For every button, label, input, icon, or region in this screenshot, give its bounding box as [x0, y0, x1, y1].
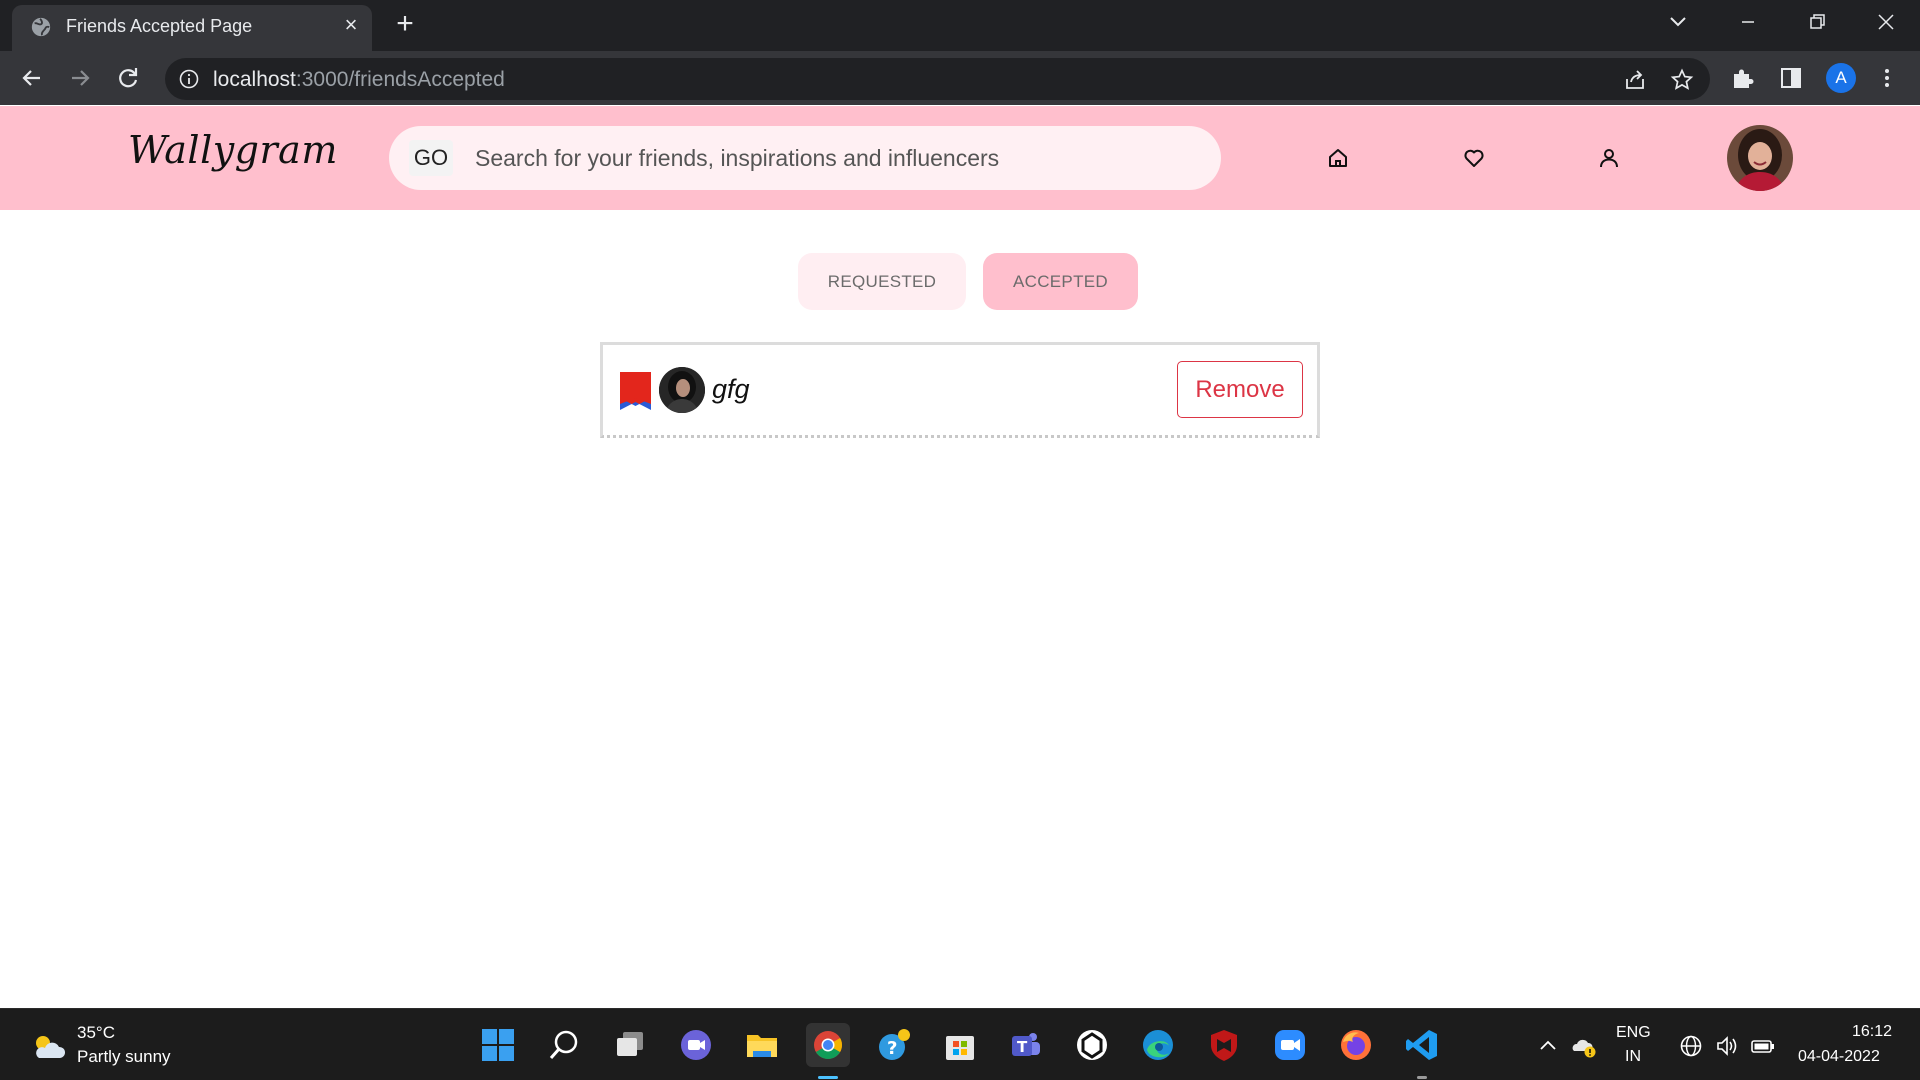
running-app-indicator: [1417, 1076, 1427, 1079]
taskbar-app-white[interactable]: [1070, 1023, 1114, 1067]
weather-description[interactable]: Partly sunny: [77, 1047, 171, 1067]
tab-search-chevron-icon[interactable]: [1666, 12, 1690, 32]
friend-name[interactable]: gfg: [712, 374, 750, 405]
forward-arrow-icon[interactable]: [66, 64, 94, 92]
taskbar-edge[interactable]: [1136, 1023, 1180, 1067]
taskbar-chrome[interactable]: [806, 1023, 850, 1079]
friend-photo-icon: [659, 367, 705, 413]
taskbar-store[interactable]: [938, 1023, 982, 1067]
taskbar-search-button[interactable]: [542, 1023, 586, 1067]
weather-temperature[interactable]: 35°C: [77, 1023, 115, 1043]
taskbar-mcafee[interactable]: [1202, 1023, 1246, 1067]
start-button[interactable]: [476, 1023, 520, 1067]
minimize-icon[interactable]: [1733, 8, 1763, 36]
taskbar-firefox[interactable]: [1334, 1023, 1378, 1067]
volume-icon[interactable]: [1714, 1033, 1740, 1059]
window-close-icon[interactable]: [1871, 8, 1901, 36]
svg-text:T: T: [1017, 1038, 1028, 1056]
task-view-button[interactable]: [608, 1023, 652, 1067]
bookmark-ribbon-icon: [620, 372, 651, 410]
friend-tabs: REQUESTED ACCEPTED: [0, 253, 1920, 311]
go-button[interactable]: GO: [409, 140, 453, 176]
profile-avatar[interactable]: A: [1826, 63, 1856, 93]
tab-close-icon[interactable]: ×: [340, 14, 362, 36]
svg-text:?: ?: [887, 1038, 897, 1059]
edge-icon: [1143, 1030, 1173, 1060]
menu-kebab-icon[interactable]: [1874, 65, 1900, 91]
bookmark-star-icon[interactable]: [1670, 68, 1694, 92]
os-taskbar: 35°C Partly sunny ? T ENG IN 16:12 04-04…: [0, 1008, 1920, 1080]
search-bar: GO: [389, 126, 1221, 190]
browser-tabstrip: Friends Accepted Page × +: [0, 0, 1920, 51]
taskbar-chat-app[interactable]: [674, 1023, 718, 1067]
address-bar[interactable]: localhost:3000/friendsAccepted: [165, 58, 1710, 100]
site-logo[interactable]: Wallygram: [128, 128, 338, 172]
remove-friend-button[interactable]: Remove: [1177, 361, 1303, 418]
friend-avatar[interactable]: [659, 367, 705, 413]
firefox-icon: [1341, 1030, 1371, 1060]
folder-icon: [747, 1035, 777, 1057]
url-text[interactable]: localhost:3000/friendsAccepted: [213, 68, 505, 92]
onedrive-warning-icon[interactable]: [1571, 1033, 1597, 1059]
input-language[interactable]: ENG: [1616, 1024, 1651, 1042]
task-view-icon: [617, 1032, 643, 1056]
taskbar-get-help[interactable]: ?: [872, 1023, 916, 1067]
home-icon[interactable]: [1326, 146, 1350, 170]
back-arrow-icon[interactable]: [18, 64, 46, 92]
chrome-icon: [814, 1031, 842, 1059]
site-navbar: Wallygram GO: [0, 106, 1920, 210]
taskbar-zoom[interactable]: [1268, 1023, 1312, 1067]
new-tab-icon[interactable]: +: [390, 9, 420, 40]
share-icon[interactable]: [1623, 68, 1647, 92]
search-icon: [549, 1030, 578, 1059]
store-bag-icon: [946, 1036, 974, 1060]
tab-accepted[interactable]: ACCEPTED: [983, 253, 1138, 310]
taskbar-teams[interactable]: T: [1004, 1023, 1048, 1067]
active-app-indicator: [818, 1076, 838, 1079]
zoom-video-icon: [1275, 1030, 1305, 1060]
search-input[interactable]: [475, 138, 1195, 178]
user-avatar[interactable]: [1727, 125, 1793, 191]
teams-icon: T: [1012, 1033, 1040, 1056]
chat-camera-icon: [681, 1030, 711, 1060]
browser-toolbar: localhost:3000/friendsAccepted A: [0, 51, 1920, 105]
vscode-icon: [1406, 1030, 1437, 1060]
tray-chevron-up-icon[interactable]: [1535, 1033, 1561, 1059]
friend-card: gfg Remove: [600, 342, 1320, 438]
taskbar-vscode[interactable]: [1400, 1023, 1444, 1079]
windows-logo-icon: [482, 1029, 514, 1061]
help-icon: ?: [879, 1029, 910, 1060]
user-photo-icon: [1727, 125, 1793, 191]
side-panel-icon[interactable]: [1778, 65, 1804, 91]
network-globe-icon[interactable]: [1679, 1033, 1705, 1059]
hexagon-app-icon: [1077, 1030, 1107, 1060]
clock-date[interactable]: 04-04-2022: [1798, 1048, 1880, 1066]
partly-sunny-icon[interactable]: [30, 1031, 66, 1061]
user-profile-icon[interactable]: [1597, 146, 1621, 170]
input-region[interactable]: IN: [1625, 1048, 1641, 1066]
reload-icon[interactable]: [114, 64, 142, 92]
restore-icon[interactable]: [1802, 8, 1832, 36]
tab-requested[interactable]: REQUESTED: [798, 253, 966, 310]
clock-time[interactable]: 16:12: [1852, 1023, 1892, 1041]
tab-title: Friends Accepted Page: [66, 16, 253, 36]
site-info-icon[interactable]: [179, 69, 199, 89]
mcafee-shield-icon: [1211, 1030, 1237, 1061]
heart-icon[interactable]: [1462, 146, 1486, 170]
extensions-puzzle-icon[interactable]: [1730, 65, 1756, 91]
taskbar-file-explorer[interactable]: [740, 1023, 784, 1067]
globe-icon: [31, 17, 51, 37]
battery-icon[interactable]: [1750, 1033, 1776, 1059]
browser-tab[interactable]: Friends Accepted Page ×: [12, 5, 372, 51]
